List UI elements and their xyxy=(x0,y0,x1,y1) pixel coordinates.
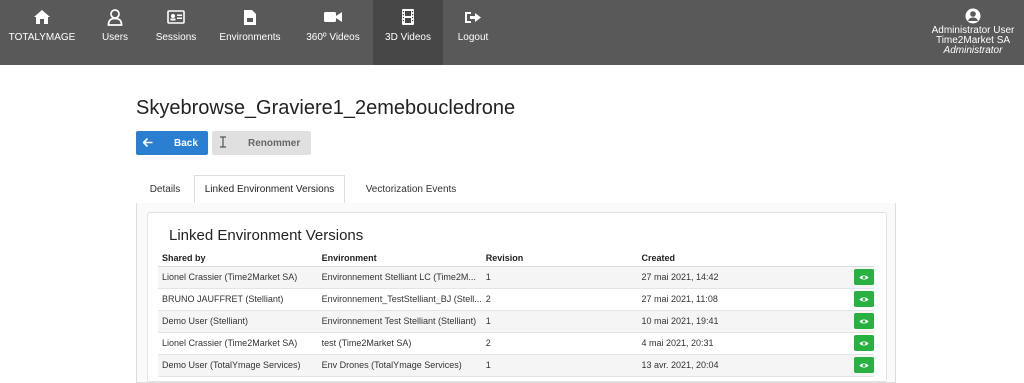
nav-environments[interactable]: Environments xyxy=(214,0,286,65)
table-row: Lionel Crassier (Time2Market SA) test (T… xyxy=(158,332,874,355)
view-button[interactable] xyxy=(853,357,874,373)
user-role: Administrator xyxy=(943,45,1003,56)
tab-panel: Linked Environment Versions Shared by En… xyxy=(136,203,896,383)
cell-created: 27 mai 2021, 14:42 xyxy=(637,266,844,289)
table-row: Demo User (TotalYmage Services) Env Dron… xyxy=(158,354,874,377)
cell-revision: 1 xyxy=(481,354,638,377)
nav-environments-label: Environments xyxy=(219,32,281,43)
user-circle-icon xyxy=(928,8,1018,26)
column-header-created: Created xyxy=(637,250,844,267)
column-header-revision: Revision xyxy=(481,250,638,267)
eye-icon xyxy=(859,340,869,346)
back-button-label: Back xyxy=(174,137,198,149)
eye-icon xyxy=(859,274,869,280)
nav-sessions-label: Sessions xyxy=(155,32,197,43)
cell-shared-by: Demo User (TotalYmage Services) xyxy=(158,354,318,377)
nav-users-label: Users xyxy=(101,32,129,43)
tab-linked-environment-versions[interactable]: Linked Environment Versions xyxy=(194,175,345,204)
back-button[interactable]: Back xyxy=(136,131,208,155)
cell-environment: Environnement Stelliant LC (Time2M... xyxy=(317,266,482,289)
view-button[interactable] xyxy=(853,269,874,285)
table-header-row: Shared by Environment Revision Created xyxy=(158,250,874,267)
nav-logout-label: Logout xyxy=(457,32,489,43)
cell-shared-by: BRUNO JAUFFRET (Stelliant) xyxy=(158,288,318,311)
file-icon xyxy=(240,8,260,26)
top-navbar: TOTALYMAGE Users Sessions Environments 3… xyxy=(0,0,1024,65)
nav-360-videos[interactable]: 360º Videos xyxy=(300,0,366,65)
table-row: Demo User (Stelliant) Environnement Test… xyxy=(158,310,874,333)
cell-revision: 2 xyxy=(481,332,638,355)
nav-sessions[interactable]: Sessions xyxy=(150,0,202,65)
column-header-environment: Environment xyxy=(317,250,482,267)
cell-actions xyxy=(843,266,874,289)
view-button[interactable] xyxy=(853,291,874,307)
rename-button-label: Renommer xyxy=(248,137,301,149)
table-row: BRUNO JAUFFRET (Stelliant) Environnement… xyxy=(158,288,874,311)
text-cursor-icon xyxy=(212,135,234,151)
eye-icon xyxy=(859,296,869,302)
tab-bar: Details Linked Environment Versions Vect… xyxy=(136,175,896,204)
home-icon xyxy=(32,8,52,26)
cell-shared-by: Lionel Crassier (Time2Market SA) xyxy=(158,332,318,355)
cell-shared-by: Demo User (Stelliant) xyxy=(158,310,318,333)
view-button[interactable] xyxy=(853,335,874,351)
video-camera-icon xyxy=(323,8,343,26)
nav-home[interactable]: TOTALYMAGE xyxy=(5,0,79,65)
id-card-icon xyxy=(166,8,186,26)
table-row: Lionel Crassier (Time2Market SA) Environ… xyxy=(158,266,874,289)
linked-versions-table: Shared by Environment Revision Created L… xyxy=(158,250,874,377)
view-button[interactable] xyxy=(853,313,874,329)
eye-icon xyxy=(859,318,869,324)
nav-users[interactable]: Users xyxy=(88,0,142,65)
nav-360-videos-label: 360º Videos xyxy=(306,32,360,43)
nav-3d-videos[interactable]: 3D Videos xyxy=(373,0,443,65)
cell-revision: 2 xyxy=(481,288,638,311)
cell-revision: 1 xyxy=(481,266,638,289)
cell-actions xyxy=(843,354,874,377)
cell-actions xyxy=(843,288,874,311)
tab-vectorization-events[interactable]: Vectorization Events xyxy=(345,175,477,204)
page-title: Skyebrowse_Graviere1_2emeboucledrone xyxy=(136,97,516,119)
cell-revision: 1 xyxy=(481,310,638,333)
cell-environment: Env Drones (TotalYmage Services) xyxy=(317,354,482,377)
column-header-actions xyxy=(843,250,874,267)
nav-3d-videos-label: 3D Videos xyxy=(385,32,431,43)
card-title: Linked Environment Versions xyxy=(169,227,364,244)
cell-actions xyxy=(843,332,874,355)
cell-environment: Environnement_TestStelliant_BJ (Stell... xyxy=(317,288,482,311)
arrow-left-icon xyxy=(136,136,160,150)
logout-icon xyxy=(463,8,483,26)
user-menu[interactable]: Administrator User Time2Market SA Admini… xyxy=(928,8,1018,56)
cell-actions xyxy=(843,310,874,333)
cell-shared-by: Lionel Crassier (Time2Market SA) xyxy=(158,266,318,289)
column-header-shared-by: Shared by xyxy=(158,250,318,267)
cell-environment: Environnement Test Stelliant (Stelliant) xyxy=(317,310,482,333)
cell-created: 10 mai 2021, 19:41 xyxy=(637,310,844,333)
nav-logout[interactable]: Logout xyxy=(452,0,494,65)
cell-created: 27 mai 2021, 11:08 xyxy=(637,288,844,311)
eye-icon xyxy=(859,362,869,368)
user-icon xyxy=(105,8,125,26)
nav-home-label: TOTALYMAGE xyxy=(8,32,76,43)
linked-versions-card: Linked Environment Versions Shared by En… xyxy=(147,212,887,382)
tab-details[interactable]: Details xyxy=(136,175,194,204)
cell-created: 13 avr. 2021, 20:04 xyxy=(637,354,844,377)
film-icon xyxy=(398,8,418,26)
cell-environment: test (Time2Market SA) xyxy=(317,332,482,355)
rename-button[interactable]: Renommer xyxy=(212,131,311,155)
cell-created: 4 mai 2021, 20:31 xyxy=(637,332,844,355)
